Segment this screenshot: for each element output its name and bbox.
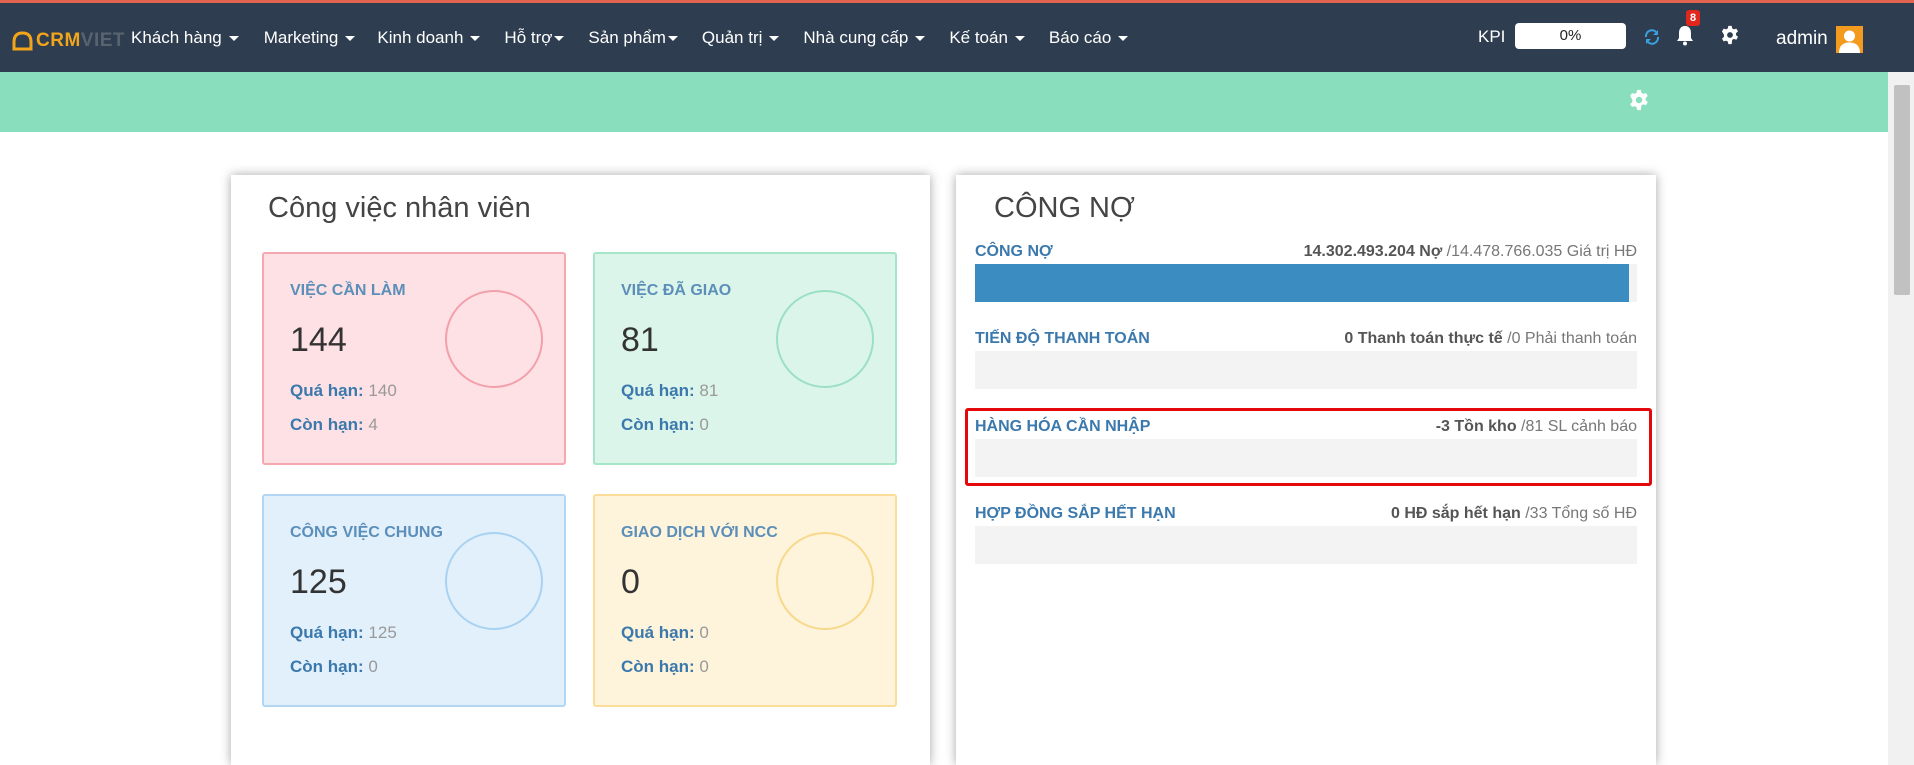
chevron-down-icon: [345, 36, 356, 41]
card-circle-decoration: [776, 532, 874, 630]
crmviet-logo[interactable]: CRMVIET: [12, 30, 125, 52]
menu-item-khach-hang[interactable]: Khách hàng: [131, 28, 239, 48]
chevron-down-icon: [554, 36, 565, 41]
progress-bar: [975, 351, 1637, 389]
task-card-common[interactable]: CÔNG VIỆC CHUNG 125 Quá hạn: 125 Còn hạn…: [262, 494, 566, 707]
task-card-todo[interactable]: VIỆC CẦN LÀM 144 Quá hạn: 140 Còn hạn: 4: [262, 252, 566, 465]
kpi-progress[interactable]: 0%: [1515, 23, 1626, 49]
card-circle-decoration: [445, 290, 543, 388]
card-circle-decoration: [776, 290, 874, 388]
logo-icon: [12, 31, 33, 51]
logo-text: CRMVIET: [36, 30, 126, 51]
chevron-down-icon: [769, 36, 780, 41]
menu-item-ho-tro[interactable]: Hỗ trợ: [504, 28, 565, 48]
kpi-label: KPI: [1478, 27, 1506, 46]
menu-item-quan-tri[interactable]: Quản trị: [702, 28, 780, 48]
bell-icon[interactable]: [1675, 24, 1695, 46]
chevron-down-icon: [1118, 36, 1129, 41]
user-icon: [1839, 30, 1860, 53]
card-circle-decoration: [445, 532, 543, 630]
menu-item-ke-toan[interactable]: Kế toán: [949, 28, 1025, 48]
gear-icon[interactable]: [1720, 25, 1740, 45]
menu-item-san-pham[interactable]: Sản phẩm: [588, 28, 678, 48]
notification-badge: 8: [1686, 10, 1701, 26]
highlight-box: [965, 408, 1652, 486]
user-name[interactable]: admin: [1776, 28, 1828, 50]
top-navbar: CRMVIET Khách hàng Marketing Kinh doanh …: [0, 3, 1914, 72]
refresh-icon[interactable]: [1643, 28, 1661, 46]
chevron-down-icon: [1014, 36, 1025, 41]
main-menu: Khách hàng Marketing Kinh doanh Hỗ trợ S…: [131, 3, 1129, 72]
avatar[interactable]: [1836, 26, 1863, 53]
settings-gear-icon[interactable]: [1628, 89, 1650, 111]
task-card-assigned[interactable]: VIỆC ĐÃ GIAO 81 Quá hạn: 81 Còn hạn: 0: [593, 252, 897, 465]
scrollbar-thumb[interactable]: [1894, 85, 1910, 295]
debt-panel-title: CÔNG NỢ: [994, 192, 1135, 224]
progress-bar: [975, 264, 1637, 302]
menu-item-nha-cung-cap[interactable]: Nhà cung cấp: [803, 28, 926, 48]
chevron-down-icon: [228, 36, 239, 41]
chevron-down-icon: [667, 36, 678, 41]
chevron-down-icon: [915, 36, 926, 41]
tasks-panel-title: Công việc nhân viên: [268, 192, 531, 224]
menu-item-bao-cao[interactable]: Báo cáo: [1049, 28, 1129, 48]
chevron-down-icon: [470, 36, 481, 41]
menu-item-kinh-doanh[interactable]: Kinh doanh: [377, 28, 481, 48]
progress-fill: [975, 264, 1630, 302]
progress-bar: [975, 526, 1637, 564]
menu-item-marketing[interactable]: Marketing: [264, 28, 356, 48]
task-card-supplier[interactable]: GIAO DỊCH VỚI NCC 0 Quá hạn: 0 Còn hạn: …: [593, 494, 897, 707]
page-toolbar: [0, 72, 1888, 132]
